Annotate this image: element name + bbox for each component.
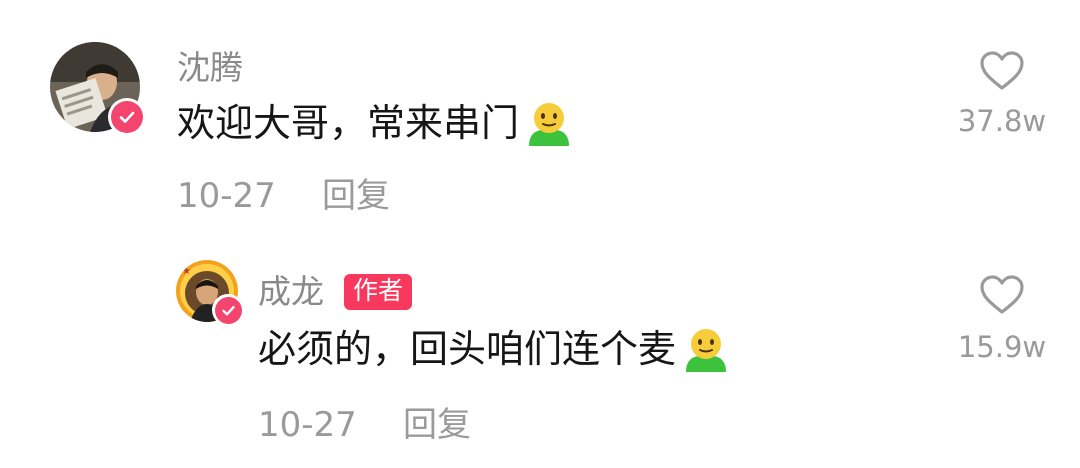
- svg-text:★: ★: [182, 266, 191, 277]
- like-count: 15.9w: [957, 330, 1047, 364]
- smile-emoji-icon: [686, 329, 727, 372]
- username[interactable]: 沈腾: [177, 48, 243, 88]
- comment-text-body: 欢迎大哥，常来串门: [177, 101, 520, 145]
- comment-date: 10-27: [258, 405, 357, 445]
- reply-comment-item: ★ 成龙 作者 必须的，回头咱们连个麦 10-27 回复 15.9w: [0, 230, 1080, 468]
- verified-badge-icon: [212, 294, 244, 326]
- avatar[interactable]: [50, 42, 146, 136]
- reply-button[interactable]: 回复: [322, 176, 390, 216]
- comment-text-body: 必须的，回头咱们连个麦: [258, 327, 677, 371]
- author-badge: 作者: [344, 274, 413, 310]
- smile-emoji-icon: [529, 103, 570, 146]
- heart-icon[interactable]: [978, 274, 1026, 316]
- like-count: 37.8w: [957, 104, 1047, 138]
- comment-item: 沈腾 欢迎大哥，常来串门 10-27 回复 37.8w: [0, 0, 1080, 230]
- reply-button[interactable]: 回复: [403, 405, 471, 445]
- heart-icon[interactable]: [978, 50, 1026, 92]
- avatar[interactable]: ★: [176, 260, 244, 326]
- comment-date: 10-27: [177, 176, 276, 216]
- comment-text: 必须的，回头咱们连个麦: [258, 324, 732, 374]
- comment-text: 欢迎大哥，常来串门: [177, 98, 575, 148]
- verified-badge-icon: [108, 98, 146, 136]
- username[interactable]: 成龙: [258, 272, 324, 312]
